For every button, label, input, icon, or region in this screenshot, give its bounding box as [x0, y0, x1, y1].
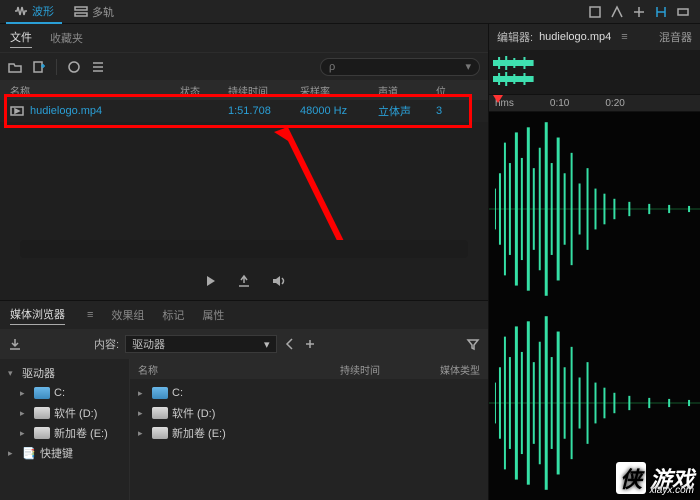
waveform-overview[interactable] [489, 50, 700, 94]
new-file-icon[interactable] [32, 60, 46, 74]
back-icon[interactable] [283, 337, 297, 351]
playhead-icon[interactable] [493, 95, 503, 103]
import-icon[interactable] [8, 337, 22, 351]
tree-drive-c[interactable]: ▸C: [0, 383, 129, 403]
content-table-header: 名称 持续时间 媒体类型 [130, 359, 488, 379]
drive-icon [34, 427, 50, 439]
toolbar-icon-5[interactable] [676, 5, 690, 19]
tree-drives-root[interactable]: ▾驱动器 [0, 363, 129, 383]
toolbar-icon-3[interactable] [632, 5, 646, 19]
tree-drive-e[interactable]: ▸新加卷 (E:) [0, 423, 129, 443]
panel-menu-icon[interactable]: ≡ [87, 309, 93, 321]
tab-properties[interactable]: 属性 [202, 307, 224, 323]
filter-icon[interactable] [466, 337, 480, 351]
toolbar-icon-2[interactable] [610, 5, 624, 19]
drive-icon [34, 407, 50, 419]
content-drive-e[interactable]: ▸新加卷 (E:) [130, 423, 488, 443]
watermark: 侠 游戏 xiayx.com [616, 462, 694, 494]
file-list-header: 名称 状态 持续时间 采样率 声道 位 [0, 80, 488, 100]
tab-markers[interactable]: 标记 [162, 307, 184, 323]
top-toolbar-icons [588, 5, 700, 19]
record-icon[interactable] [67, 60, 81, 74]
video-file-icon [10, 104, 24, 118]
tree-drive-d[interactable]: ▸软件 (D:) [0, 403, 129, 423]
tab-media-browser[interactable]: 媒体浏览器 [10, 306, 65, 325]
file-row[interactable]: hudielogo.mp4 1:51.708 48000 Hz 立体声 3 [0, 100, 488, 122]
top-tab-bar: 波形 多轨 [0, 0, 700, 24]
drive-tree: ▾驱动器 ▸C: ▸软件 (D:) ▸新加卷 (E:) ▸📑快捷键 [0, 359, 130, 500]
waveform-icon [14, 4, 28, 18]
tab-multitrack[interactable]: 多轨 [66, 1, 122, 23]
file-list: 名称 状态 持续时间 采样率 声道 位 hudielogo.mp4 1:51.7… [0, 80, 488, 300]
toolbar-icon-1[interactable] [588, 5, 602, 19]
add-icon[interactable] [303, 337, 317, 351]
volume-icon[interactable] [271, 274, 285, 288]
play-controls [0, 266, 488, 296]
toolbar-icon-4[interactable] [654, 5, 668, 19]
media-browser-panel: 媒体浏览器 ≡ 效果组 标记 属性 内容: 驱动器 ▾ [0, 300, 488, 500]
drive-icon [152, 387, 168, 399]
tab-effects[interactable]: 效果组 [111, 307, 144, 323]
open-folder-icon[interactable] [8, 60, 22, 74]
search-input[interactable]: ρ ▾ [320, 58, 480, 76]
file-toolbar: ρ ▾ [0, 52, 488, 80]
editor-filename: hudielogo.mp4 [539, 31, 611, 43]
tab-favorites[interactable]: 收藏夹 [50, 30, 83, 46]
content-label: 内容: [94, 336, 119, 352]
waveform-editor[interactable] [489, 112, 700, 500]
tab-mixer[interactable]: 混音器 [659, 29, 692, 45]
tree-shortcuts[interactable]: ▸📑快捷键 [0, 443, 129, 463]
content-dropdown[interactable]: 驱动器 ▾ [125, 335, 276, 353]
tab-files[interactable]: 文件 [10, 29, 32, 48]
content-drive-c[interactable]: ▸C: [130, 383, 488, 403]
multitrack-icon [74, 5, 88, 19]
drive-icon [152, 427, 168, 439]
content-drive-d[interactable]: ▸软件 (D:) [130, 403, 488, 423]
timeline-ruler[interactable]: hms 0:10 0:20 [489, 94, 700, 112]
export-icon[interactable] [237, 274, 251, 288]
editor-panel-tabs: 编辑器: hudielogo.mp4 ≡ 混音器 [489, 24, 700, 50]
play-icon[interactable] [203, 274, 217, 288]
drive-icon [152, 407, 168, 419]
scrollbar[interactable] [20, 240, 468, 258]
panel-menu-icon[interactable]: ≡ [621, 31, 627, 43]
tab-waveform[interactable]: 波形 [6, 0, 62, 24]
editor-label: 编辑器: [497, 29, 533, 45]
file-panel-tabs: 文件 收藏夹 [0, 24, 488, 52]
list-icon[interactable] [91, 60, 105, 74]
drive-icon [34, 387, 50, 399]
